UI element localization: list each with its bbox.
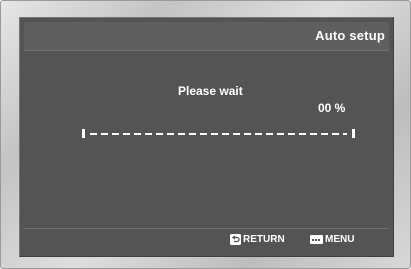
tv-bezel: Auto setup Please wait 00 % RETURN MENU bbox=[0, 0, 411, 269]
menu-label: MENU bbox=[325, 234, 355, 245]
progress-right-cap bbox=[352, 129, 355, 138]
page-title: Auto setup bbox=[315, 28, 385, 43]
return-button[interactable]: RETURN bbox=[230, 234, 285, 245]
status-message: Please wait bbox=[178, 84, 243, 98]
title-bar: Auto setup bbox=[24, 22, 389, 51]
progress-percent: 00 % bbox=[318, 101, 346, 115]
bottom-bar: RETURN MENU bbox=[24, 228, 389, 251]
menu-button[interactable]: MENU bbox=[310, 234, 354, 245]
menu-icon bbox=[310, 235, 323, 244]
progress-track bbox=[90, 133, 347, 135]
return-arrow-icon bbox=[230, 234, 241, 245]
osd-screen: Auto setup Please wait 00 % RETURN MENU bbox=[19, 17, 394, 257]
progress-left-cap bbox=[82, 129, 85, 138]
return-label: RETURN bbox=[243, 234, 285, 245]
progress-bar bbox=[82, 128, 355, 140]
